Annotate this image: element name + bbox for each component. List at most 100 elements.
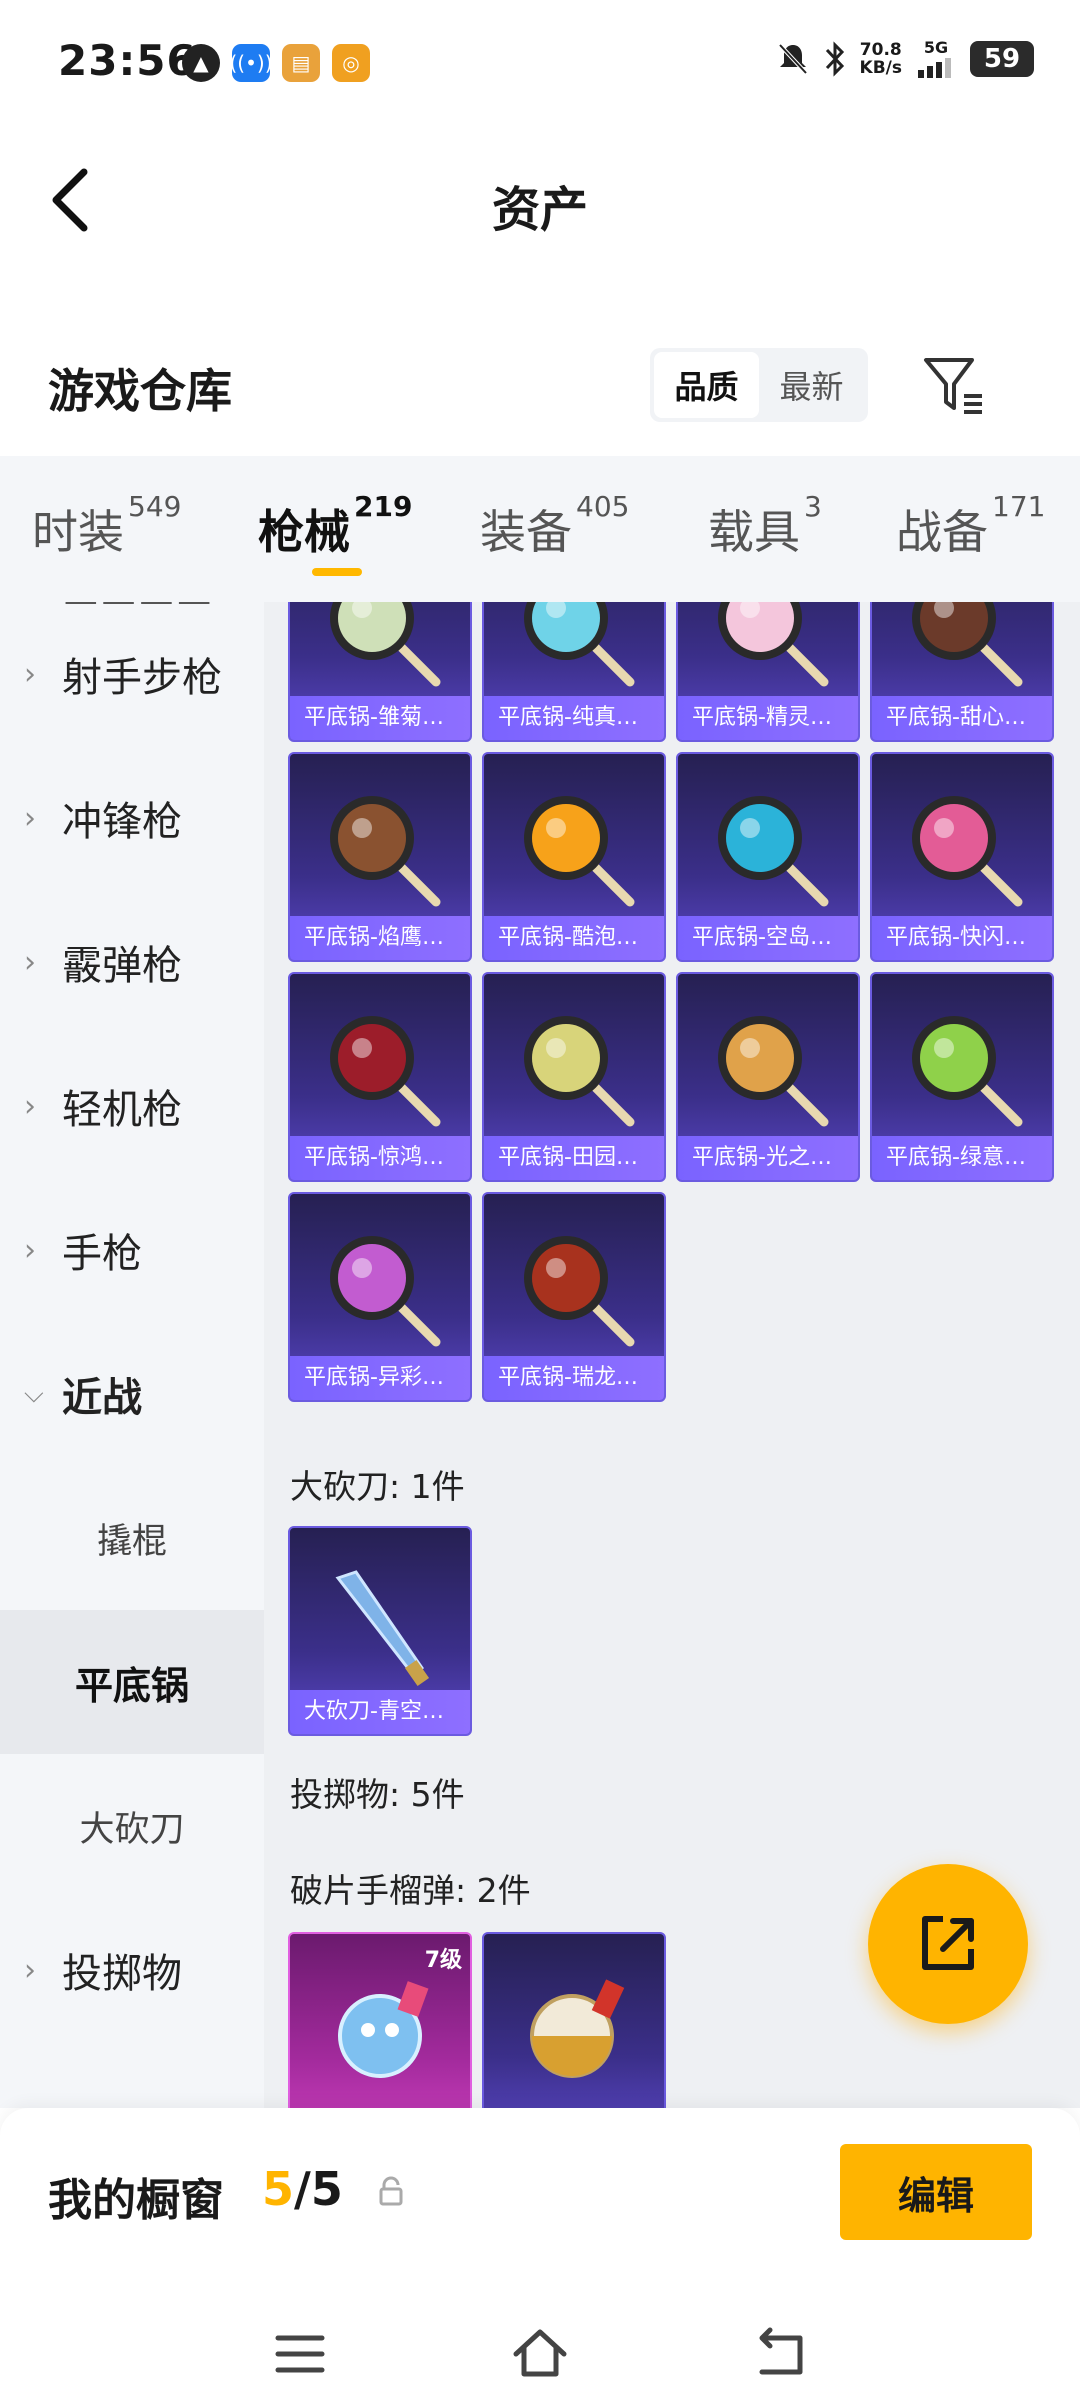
sidebar-item-lmg[interactable]: › 轻机枪 bbox=[0, 1034, 264, 1178]
chevron-right-icon: › bbox=[24, 1088, 36, 1124]
chevron-down-icon: ⌵ bbox=[24, 1378, 44, 1409]
pan-item-card[interactable]: 平底锅-酷泡… bbox=[482, 752, 666, 962]
throwable-section-label: 投掷物: 5件 bbox=[290, 1775, 465, 1814]
pan-item-card[interactable]: 平底锅-纯真… bbox=[482, 602, 666, 742]
tab-vehicles[interactable]: 载具 3 bbox=[708, 490, 822, 562]
filter-icon[interactable] bbox=[920, 352, 990, 422]
item-caption: 平底锅-空岛… bbox=[678, 916, 858, 960]
pan-item-card[interactable]: 平底锅-惊鸿… bbox=[288, 972, 472, 1182]
item-caption: 平底锅-酷泡… bbox=[484, 916, 664, 960]
frying-pan-icon bbox=[524, 1016, 635, 1127]
sort-toggle: 品质 最新 bbox=[650, 348, 868, 422]
pan-item-card[interactable]: 平底锅-快闪… bbox=[870, 752, 1054, 962]
news-app-icon: ▤ bbox=[282, 44, 320, 82]
radio-app-icon: ((•)) bbox=[230, 44, 273, 82]
back-nav-icon[interactable] bbox=[750, 2324, 810, 2384]
pan-item-card[interactable]: 平底锅-精灵… bbox=[676, 602, 860, 742]
sidebar-item-dmr[interactable]: › 射手步枪 bbox=[0, 602, 264, 746]
item-caption: 平底锅-雏菊… bbox=[290, 696, 470, 740]
sidebar-subitem-pan[interactable]: 平底锅 bbox=[0, 1610, 264, 1754]
sidebar-item-pistol[interactable]: › 手枪 bbox=[0, 1178, 264, 1322]
edit-button[interactable]: 编辑 bbox=[840, 2144, 1032, 2240]
chevron-right-icon: › bbox=[24, 944, 36, 980]
item-caption: 平底锅-快闪… bbox=[872, 916, 1052, 960]
grenade-icon bbox=[530, 1979, 625, 2078]
item-caption: 平底锅-甜心… bbox=[872, 696, 1052, 740]
frying-pan-icon bbox=[524, 796, 635, 907]
frying-pan-icon bbox=[330, 796, 441, 907]
frying-pan-icon bbox=[330, 1236, 441, 1347]
grenade-section-label: 破片手榴弹: 2件 bbox=[290, 1871, 531, 1910]
signal-indicator: 5G bbox=[916, 40, 956, 78]
frying-pan-icon bbox=[718, 1016, 829, 1127]
item-caption: 平底锅-异彩… bbox=[290, 1356, 470, 1400]
net-speed: 70.8 KB/s bbox=[859, 40, 902, 78]
item-caption: 平底锅-惊鸿… bbox=[290, 1136, 470, 1180]
showcase-bar: 我的橱窗 5/5 编辑 bbox=[0, 2108, 1080, 2400]
item-caption: 平底锅-纯真… bbox=[484, 696, 664, 740]
category-tab-bar: 时装 549 枪械 219 装备 405 载具 3 战备 171 bbox=[0, 456, 1080, 602]
frying-pan-icon bbox=[330, 602, 441, 687]
machete-icon bbox=[335, 1570, 430, 1687]
status-time: 23:56 bbox=[58, 36, 197, 85]
bluetooth-icon bbox=[825, 41, 844, 77]
grenade-icon bbox=[338, 1981, 429, 2078]
tab-fashion[interactable]: 时装 549 bbox=[32, 490, 181, 562]
item-caption: 平底锅-精灵… bbox=[678, 696, 858, 740]
sort-by-newest-button[interactable]: 最新 bbox=[759, 352, 864, 418]
share-fab-button[interactable] bbox=[868, 1864, 1028, 2024]
chevron-right-icon: › bbox=[24, 800, 36, 836]
pan-item-card[interactable]: 平底锅-田园… bbox=[482, 972, 666, 1182]
pan-item-card[interactable]: 平底锅-甜心… bbox=[870, 602, 1054, 742]
frying-pan-icon bbox=[330, 1016, 441, 1127]
status-notification-icons: ▲ ((•)) ▤ ◎ bbox=[182, 44, 370, 82]
pan-item-card[interactable]: 平底锅-异彩… bbox=[288, 1192, 472, 1402]
sidebar-item-throwables[interactable]: › 投掷物 bbox=[0, 1898, 264, 2042]
chevron-right-icon: › bbox=[24, 656, 36, 692]
frying-pan-icon bbox=[524, 1236, 635, 1347]
home-icon[interactable] bbox=[510, 2324, 570, 2384]
pan-item-card[interactable]: 平底锅-瑞龙… bbox=[482, 1192, 666, 1402]
tab-equipment[interactable]: 装备 405 bbox=[480, 490, 629, 562]
machete-section-label: 大砍刀: 1件 bbox=[290, 1467, 465, 1506]
flame-icon: ▲ bbox=[182, 44, 220, 82]
battery-indicator: 59 bbox=[970, 41, 1034, 77]
chevron-right-icon: › bbox=[24, 1232, 36, 1268]
pan-item-card[interactable]: 平底锅-绿意… bbox=[870, 972, 1054, 1182]
grenade-item-card[interactable] bbox=[482, 1932, 666, 2108]
pan-item-card[interactable]: 平底锅-光之… bbox=[676, 972, 860, 1182]
lock-icon bbox=[379, 2176, 403, 2206]
target-app-icon: ◎ bbox=[332, 44, 370, 82]
pan-item-card[interactable]: 平底锅-焰鹰… bbox=[288, 752, 472, 962]
mute-icon bbox=[778, 43, 807, 75]
sidebar-item-shotgun[interactable]: › 霰弹枪 bbox=[0, 890, 264, 1034]
item-caption: 大砍刀-青空… bbox=[290, 1690, 470, 1734]
frying-pan-icon bbox=[718, 602, 829, 687]
frying-pan-icon bbox=[718, 796, 829, 907]
grenade-item-card[interactable]: 7级 bbox=[288, 1932, 472, 2108]
status-bar: 23:56 ▲ ((•)) ▤ ◎ 70.8 KB/s 5G 59 bbox=[0, 0, 1080, 130]
warehouse-title: 游戏仓库 bbox=[48, 364, 232, 418]
pan-item-card[interactable]: 平底锅-雏菊… bbox=[288, 602, 472, 742]
frying-pan-icon bbox=[912, 796, 1023, 907]
menu-icon[interactable] bbox=[270, 2324, 330, 2384]
page-title: 资产 bbox=[491, 182, 588, 238]
frying-pan-icon bbox=[912, 1016, 1023, 1127]
item-caption: 平底锅-田园… bbox=[484, 1136, 664, 1180]
chevron-right-icon: › bbox=[24, 1952, 36, 1988]
frying-pan-icon bbox=[912, 602, 1023, 687]
tab-firearms[interactable]: 枪械 219 bbox=[258, 490, 412, 562]
showcase-title: 我的橱窗 bbox=[48, 2175, 224, 2226]
sidebar-subitem-crowbar[interactable]: 撬棍 bbox=[0, 1466, 264, 1610]
header: 资产 bbox=[0, 130, 1080, 270]
tab-battle-gear[interactable]: 战备 171 bbox=[896, 490, 1045, 562]
sidebar-item-melee[interactable]: ⌵ 近战 bbox=[0, 1322, 264, 1466]
sidebar-item-smg[interactable]: › 冲锋枪 bbox=[0, 746, 264, 890]
sidebar-subitem-machete[interactable]: 大砍刀 bbox=[0, 1754, 264, 1898]
frying-pan-icon bbox=[524, 602, 635, 687]
machete-item-card[interactable]: 大砍刀-青空… bbox=[288, 1526, 472, 1736]
item-caption: 平底锅-焰鹰… bbox=[290, 916, 470, 960]
pan-item-card[interactable]: 平底锅-空岛… bbox=[676, 752, 860, 962]
system-nav-bar bbox=[0, 2304, 1080, 2400]
sort-by-quality-button[interactable]: 品质 bbox=[654, 352, 759, 418]
